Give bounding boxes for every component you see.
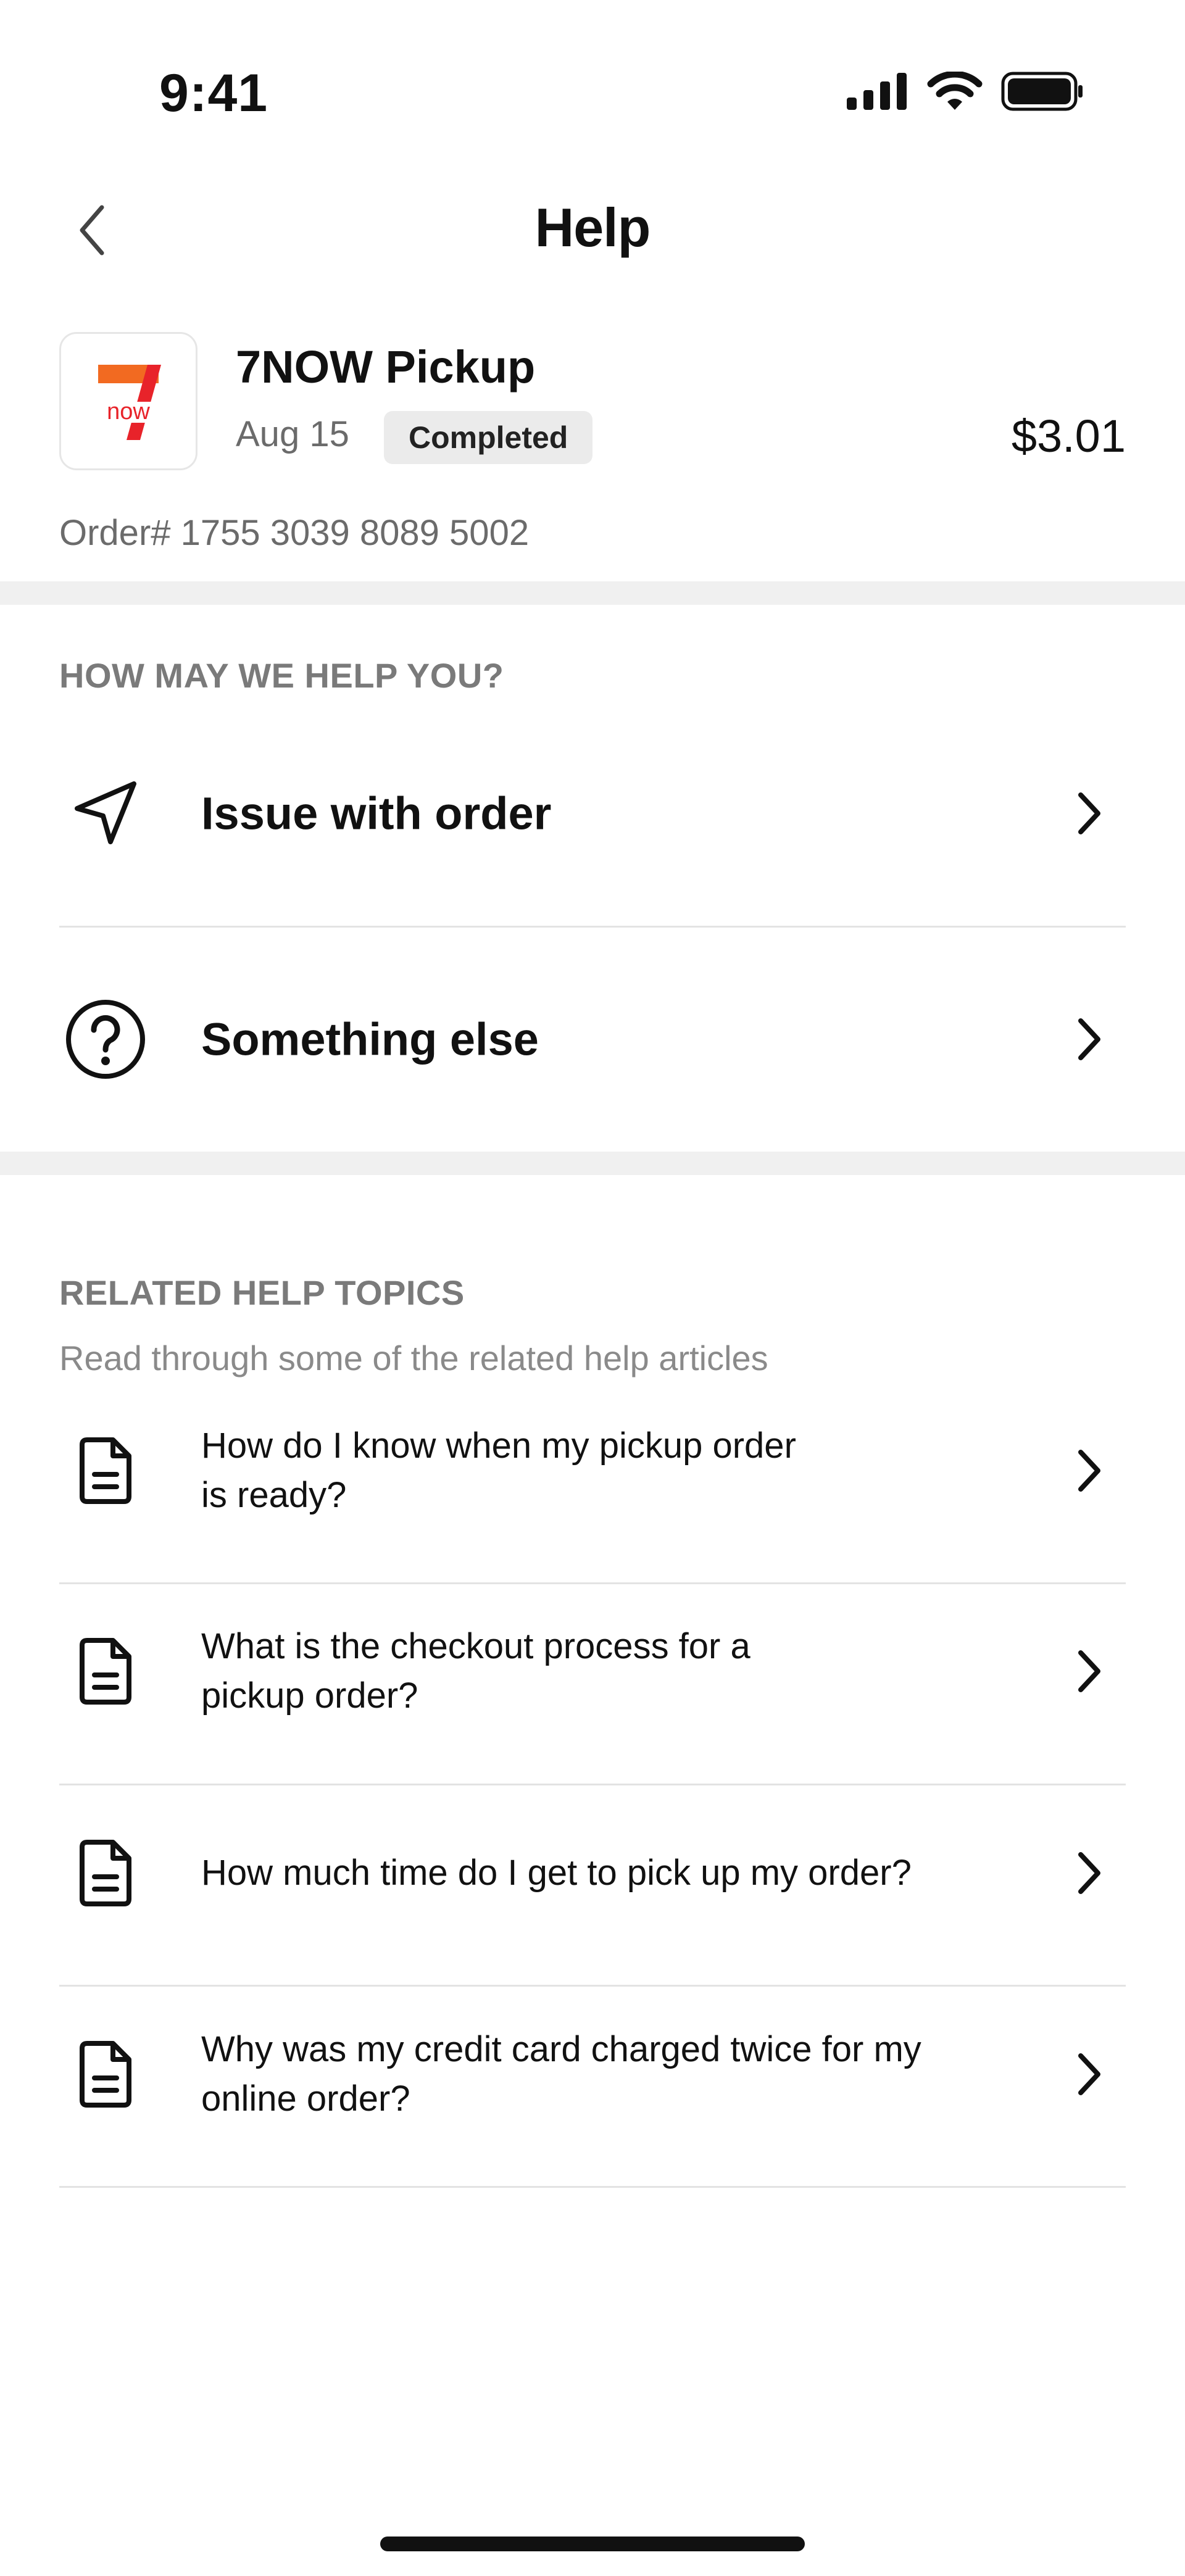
status-badge: Completed <box>384 411 593 464</box>
help-heading: HOW MAY WE HELP YOU? <box>59 656 504 695</box>
chevron-right-icon <box>1064 1848 1113 1898</box>
topic-label: How much time do I get to pick up my ord… <box>201 1852 912 1893</box>
document-icon <box>72 1634 139 1708</box>
section-divider <box>0 1152 1185 1175</box>
section-divider <box>0 581 1185 605</box>
order-number: Order# 1755 3039 8089 5002 <box>59 513 530 553</box>
option-label: Issue with order <box>201 787 552 839</box>
order-price: $3.01 <box>1011 410 1126 462</box>
topics-heading: RELATED HELP TOPICS <box>59 1273 465 1312</box>
order-date: Aug 15 <box>236 414 349 454</box>
battery-icon <box>1001 72 1084 114</box>
page-title: Help <box>534 197 651 258</box>
question-circle-icon <box>59 993 152 1086</box>
nav-bar: Help <box>0 179 1185 284</box>
navigation-arrow-icon <box>59 767 152 860</box>
store-name: 7NOW Pickup <box>236 341 536 393</box>
home-indicator[interactable] <box>380 2537 805 2551</box>
chevron-right-icon <box>1064 2050 1113 2099</box>
status-time: 9:41 <box>159 64 268 123</box>
order-summary: now 7NOW Pickup Aug 15 Completed $3.01 O… <box>0 327 1185 580</box>
help-topic-pickup-ready[interactable]: How do I know when my pickup order is rea… <box>59 1370 1126 1571</box>
help-topic-pickup-time[interactable]: How much time do I get to pick up my ord… <box>59 1772 1126 1973</box>
status-icons <box>847 70 1084 114</box>
option-label: Something else <box>201 1013 539 1065</box>
document-icon <box>72 1434 139 1508</box>
chevron-right-icon <box>1064 1015 1113 1064</box>
chevron-right-icon <box>1064 1446 1113 1495</box>
chevron-right-icon <box>1064 789 1113 838</box>
signal-icon <box>847 73 908 113</box>
status-bar: 9:41 <box>0 0 1185 148</box>
help-topic-charged-twice[interactable]: Why was my credit card charged twice for… <box>59 1974 1126 2174</box>
something-else-button[interactable]: Something else <box>59 927 1126 1152</box>
chevron-right-icon <box>1064 1647 1113 1696</box>
row-separator <box>59 2186 1126 2188</box>
document-icon <box>72 1836 139 1910</box>
store-logo: now <box>59 332 198 470</box>
help-screen: 9:41 Help now 7NOW Pickup Aug 15 Complet… <box>0 0 1185 2576</box>
logo-text: now <box>107 399 150 425</box>
help-topic-checkout-process[interactable]: What is the checkout process for a pickup… <box>59 1571 1126 1771</box>
topic-label: Why was my credit card charged twice for… <box>201 2029 921 2119</box>
topic-label: What is the checkout process for a pickup… <box>201 1626 750 1716</box>
issue-with-order-button[interactable]: Issue with order <box>59 701 1126 926</box>
document-icon <box>72 2037 139 2111</box>
topic-label: How do I know when my pickup order is rea… <box>201 1425 796 1515</box>
wifi-icon <box>927 70 983 114</box>
